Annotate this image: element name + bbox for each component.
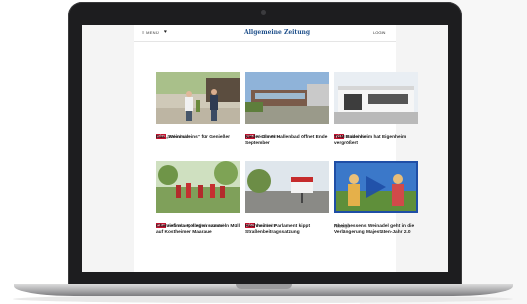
site-logo[interactable]: Allgemeine Zeitung: [244, 29, 310, 36]
news-page: ≡ MENÜ ♥ Allgemeine Zeitung LOGIN plus B…: [134, 25, 418, 272]
article-title[interactable]: Das „Weinmaleins“ für Genießer: [156, 135, 240, 141]
laptop-lid: ≡ MENÜ ♥ Allgemeine Zeitung LOGIN plus B…: [68, 2, 462, 288]
laptop-frame: ≡ MENÜ ♥ Allgemeine Zeitung LOGIN plus B…: [68, 2, 462, 288]
article-title[interactable]: TGM Bodenheim hat Eigenheim vergrößert: [334, 135, 418, 147]
site-header: ≡ MENÜ ♥ Allgemeine Zeitung LOGIN: [134, 25, 396, 42]
article-image: [156, 72, 240, 124]
article-image: [245, 161, 329, 213]
menu-button[interactable]: ≡ MENÜ: [142, 30, 159, 35]
laptop-screen: ≡ MENÜ ♥ Allgemeine Zeitung LOGIN plus B…: [82, 25, 448, 272]
login-link[interactable]: LOGIN: [373, 30, 385, 35]
article-title[interactable]: Chemiefirma-Kollegen sammeln Müll auf Ko…: [156, 224, 240, 236]
menu-label: MENÜ: [146, 30, 160, 35]
article-image: [334, 72, 418, 124]
hamburger-icon: ≡: [142, 30, 145, 35]
article-image: [334, 161, 418, 213]
laptop-notch: [236, 284, 292, 289]
heart-icon[interactable]: ♥: [164, 29, 167, 35]
article-title[interactable]: Hochheimer Parlament kippt Straßenbeitra…: [245, 224, 329, 236]
play-icon[interactable]: [362, 174, 388, 200]
article-image: [245, 72, 329, 124]
article-title[interactable]: Nieder-Olmer Hallenbad öffnet Ende Septe…: [245, 135, 329, 147]
camera-icon: [261, 10, 266, 15]
article-title[interactable]: Rheinhessens Weinadel geht in die Verlän…: [334, 224, 418, 236]
article-image: [156, 161, 240, 213]
